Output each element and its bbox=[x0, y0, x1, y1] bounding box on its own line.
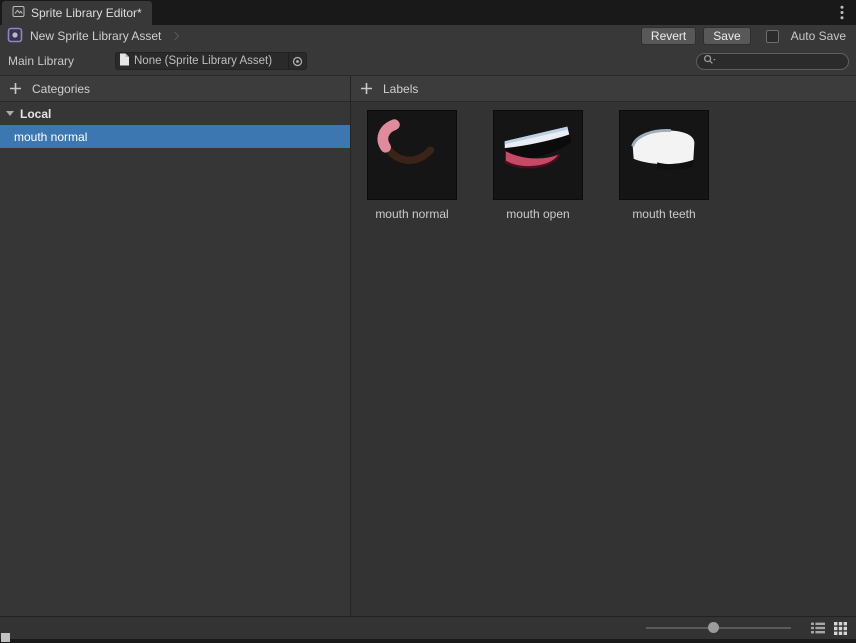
sprite-library-asset-icon bbox=[7, 27, 23, 46]
tab-sprite-library-editor[interactable]: Sprite Library Editor* bbox=[2, 1, 152, 25]
category-group-local[interactable]: Local bbox=[0, 102, 350, 125]
search-input[interactable] bbox=[719, 55, 842, 68]
label-card-text: mouth open bbox=[506, 207, 570, 221]
tab-title: Sprite Library Editor* bbox=[31, 6, 142, 20]
window-resize-corner bbox=[1, 633, 10, 642]
main-library-object-field[interactable]: None (Sprite Library Asset) bbox=[115, 52, 307, 70]
revert-button[interactable]: Revert bbox=[640, 27, 697, 45]
label-cards: mouth normal mouth open mouth teeth bbox=[351, 102, 856, 221]
tab-strip: Sprite Library Editor* bbox=[0, 0, 856, 25]
add-category-button[interactable] bbox=[8, 82, 22, 96]
add-label-button[interactable] bbox=[359, 82, 373, 96]
footer-bar bbox=[0, 616, 856, 643]
categories-title: Categories bbox=[32, 81, 91, 96]
auto-save-checkbox[interactable] bbox=[765, 29, 779, 43]
save-button[interactable]: Save bbox=[703, 27, 751, 45]
labels-panel: Labels mouth normal mouth open mouth tee… bbox=[351, 76, 856, 616]
label-card-text: mouth teeth bbox=[632, 207, 696, 221]
grid-view-icon[interactable] bbox=[832, 620, 849, 636]
object-field-value: None (Sprite Library Asset) bbox=[134, 55, 273, 67]
search-field[interactable] bbox=[696, 53, 849, 70]
auto-save-label: Auto Save bbox=[790, 29, 846, 43]
main-library-label: Main Library bbox=[8, 54, 75, 68]
label-card-mouth-normal[interactable]: mouth normal bbox=[367, 110, 457, 221]
main-area: Categories Local mouth normal Labels mou… bbox=[0, 75, 856, 616]
zoom-slider-thumb[interactable] bbox=[708, 622, 720, 633]
category-item-label: mouth normal bbox=[14, 129, 88, 144]
asset-file-icon bbox=[119, 53, 130, 69]
sprite-library-icon bbox=[12, 5, 25, 21]
labels-header: Labels bbox=[351, 76, 856, 102]
smile-curve-sprite bbox=[367, 110, 457, 200]
foldout-arrow-icon bbox=[6, 111, 14, 116]
kebab-menu-icon[interactable] bbox=[835, 5, 849, 20]
teeth-sprite bbox=[619, 110, 709, 200]
labels-title: Labels bbox=[383, 81, 419, 96]
category-group-label: Local bbox=[20, 106, 52, 121]
search-icon[interactable] bbox=[703, 54, 716, 69]
label-card-mouth-teeth[interactable]: mouth teeth bbox=[619, 110, 709, 221]
thumbnail-zoom-slider[interactable] bbox=[646, 618, 791, 638]
breadcrumb[interactable]: New Sprite Library Asset bbox=[30, 29, 180, 43]
category-item-mouth-normal[interactable]: mouth normal bbox=[0, 125, 350, 148]
breadcrumb-label: New Sprite Library Asset bbox=[30, 29, 162, 43]
breadcrumb-chevron-icon bbox=[171, 31, 180, 41]
object-picker-icon[interactable] bbox=[288, 53, 306, 69]
asset-toolbar: New Sprite Library Asset Revert Save Aut… bbox=[0, 25, 856, 47]
open-mouth-sprite bbox=[493, 110, 583, 200]
sprite-library-editor-window: Sprite Library Editor* New Sprite Librar… bbox=[0, 0, 856, 643]
label-card-mouth-open[interactable]: mouth open bbox=[493, 110, 583, 221]
label-card-text: mouth normal bbox=[375, 207, 449, 221]
main-library-row: Main Library None (Sprite Library Asset) bbox=[0, 47, 856, 75]
categories-header: Categories bbox=[0, 76, 350, 102]
categories-panel: Categories Local mouth normal bbox=[0, 76, 351, 616]
list-view-icon[interactable] bbox=[809, 620, 826, 636]
